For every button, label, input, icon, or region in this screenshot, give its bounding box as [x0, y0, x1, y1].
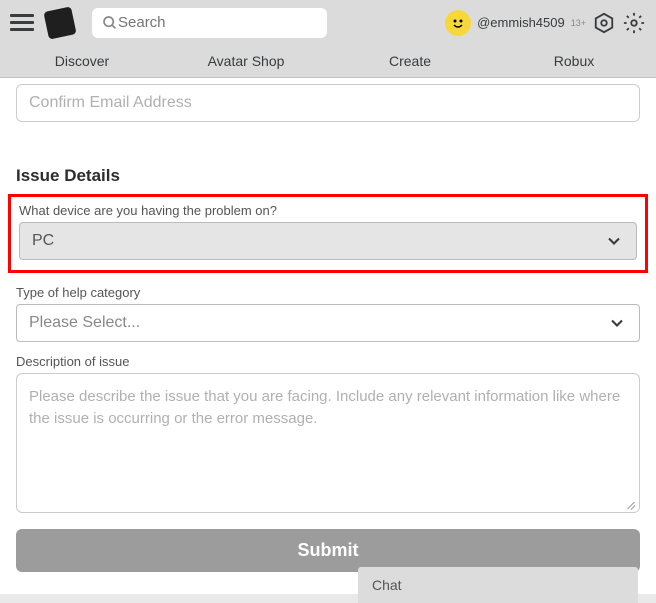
category-select[interactable]: Please Select...: [16, 304, 640, 342]
submit-button[interactable]: Submit: [16, 529, 640, 572]
search-input[interactable]: [118, 14, 317, 31]
chat-tab[interactable]: Chat: [358, 567, 638, 603]
description-label: Description of issue: [16, 354, 640, 369]
nav-create[interactable]: Create: [328, 53, 492, 69]
main-nav: Discover Avatar Shop Create Robux: [0, 45, 656, 78]
top-header: @emmish4509 13+: [0, 0, 656, 45]
description-placeholder: Please describe the issue that you are f…: [29, 388, 620, 427]
category-label: Type of help category: [16, 285, 640, 300]
section-title-issue-details: Issue Details: [16, 166, 640, 186]
avatar[interactable]: [445, 10, 471, 36]
roblox-logo-icon[interactable]: [43, 6, 76, 39]
device-value: PC: [32, 232, 54, 250]
description-textarea[interactable]: Please describe the issue that you are f…: [16, 373, 640, 513]
search-field[interactable]: [92, 8, 327, 38]
settings-gear-icon[interactable]: [622, 11, 646, 35]
nav-discover[interactable]: Discover: [0, 53, 164, 69]
resize-handle-icon[interactable]: [626, 499, 636, 509]
chevron-down-icon: [607, 313, 627, 333]
search-icon: [102, 15, 118, 31]
nav-avatar-shop[interactable]: Avatar Shop: [164, 53, 328, 69]
device-label: What device are you having the problem o…: [19, 203, 637, 218]
hamburger-menu-icon[interactable]: [10, 14, 34, 31]
robux-icon[interactable]: [592, 11, 616, 35]
confirm-email-field[interactable]: Confirm Email Address: [16, 84, 640, 122]
highlighted-field: What device are you having the problem o…: [8, 194, 648, 273]
device-select[interactable]: PC: [19, 222, 637, 260]
category-value: Please Select...: [29, 314, 140, 332]
nav-robux[interactable]: Robux: [492, 53, 656, 69]
age-badge: 13+: [571, 18, 586, 28]
username-label[interactable]: @emmish4509: [477, 15, 565, 30]
chevron-down-icon: [604, 231, 624, 251]
